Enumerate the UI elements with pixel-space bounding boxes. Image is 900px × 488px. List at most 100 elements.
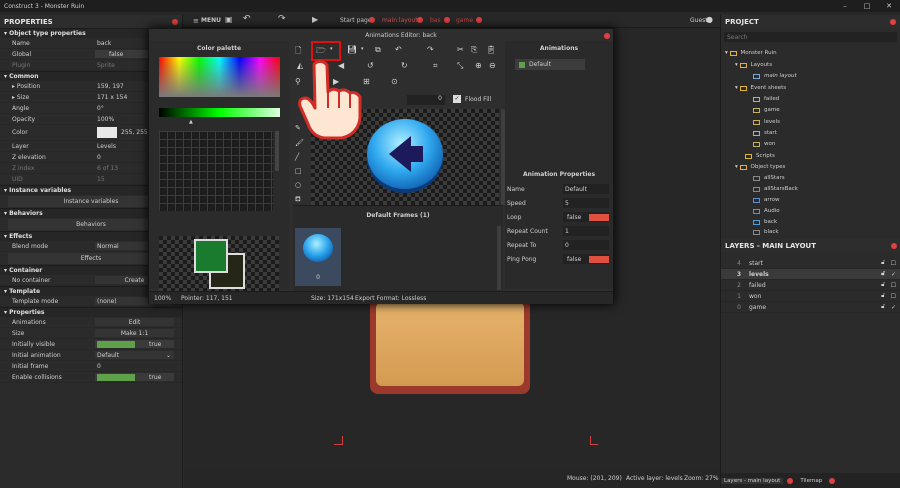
- redo-icon[interactable]: ↷: [427, 45, 434, 54]
- tree-scripts-folder[interactable]: Scripts: [745, 151, 775, 161]
- menu-button[interactable]: MENU: [201, 17, 221, 24]
- redo-icon[interactable]: ↷: [278, 14, 286, 24]
- layer-row[interactable]: 0 game 🔓︎ ✓: [721, 302, 900, 313]
- layer-row[interactable]: 1 won 🔓︎ ☐: [721, 291, 900, 302]
- project-search-input[interactable]: Search: [724, 32, 897, 42]
- lock-icon[interactable]: 🔓︎: [881, 281, 885, 289]
- lock-icon[interactable]: 🔓︎: [881, 303, 885, 311]
- close-panel-icon[interactable]: [172, 18, 178, 25]
- line-tool-icon[interactable]: ╱: [295, 153, 299, 161]
- minimize-icon[interactable]: –: [834, 2, 856, 10]
- visibility-checkbox[interactable]: ☐: [891, 293, 896, 300]
- tree-object[interactable]: black: [753, 228, 779, 236]
- back-sprite-card[interactable]: [370, 298, 530, 394]
- tab-close-icon[interactable]: [444, 17, 450, 23]
- preview-icon[interactable]: ⊙: [391, 77, 398, 86]
- layer-row[interactable]: 4 start 🔓︎ ☐: [721, 258, 900, 269]
- tree-event-sheets-folder[interactable]: ▾ Event sheets: [735, 83, 786, 93]
- tree-root[interactable]: ▾ Monster Ruin: [725, 48, 777, 58]
- save-icon[interactable]: ▣: [225, 15, 233, 24]
- open-folder-icon[interactable]: 🗁︎: [316, 45, 326, 59]
- animation-item[interactable]: Default: [515, 59, 585, 70]
- hamburger-icon[interactable]: ≡: [193, 17, 199, 25]
- close-window-icon[interactable]: ✕: [878, 2, 900, 10]
- visibility-checkbox[interactable]: ☐: [891, 260, 896, 267]
- color-swatch[interactable]: [97, 127, 117, 138]
- tree-event-sheet[interactable]: failed: [753, 94, 779, 104]
- resize-icon[interactable]: ⤡: [457, 61, 463, 71]
- initial-animation-select[interactable]: Default ⌄: [95, 351, 174, 359]
- tree-object[interactable]: allStarsBack: [753, 184, 798, 194]
- undo-icon[interactable]: ↶: [395, 45, 402, 54]
- lock-icon[interactable]: 🔓︎: [881, 270, 885, 278]
- ap-speed-field[interactable]: 5: [563, 198, 609, 208]
- palette-swatches[interactable]: [159, 131, 273, 211]
- layer-row[interactable]: 3 levels 🔓︎ ✓: [721, 269, 900, 280]
- close-panel-icon[interactable]: [891, 242, 897, 249]
- cut-icon[interactable]: ✂: [457, 45, 464, 54]
- lock-icon[interactable]: 🔓︎: [881, 259, 885, 267]
- flood-fill-checkbox[interactable]: ✓: [453, 95, 461, 103]
- zoom-out-icon[interactable]: ⊖: [489, 61, 496, 70]
- lock-icon[interactable]: 🔓︎: [881, 292, 885, 300]
- layer-row[interactable]: 2 failed 🔓︎ ☐: [721, 280, 900, 291]
- initially-visible-toggle[interactable]: true: [95, 340, 174, 348]
- tree-event-sheet[interactable]: levels: [753, 117, 780, 127]
- slider-handle-icon[interactable]: ▲: [189, 119, 193, 125]
- tab-close-icon[interactable]: [787, 477, 794, 484]
- frames-scrollbar[interactable]: [497, 226, 501, 290]
- maximize-icon[interactable]: □: [856, 2, 878, 10]
- copy-icon[interactable]: ⎘: [471, 45, 477, 55]
- tree-layouts-folder[interactable]: ▾ Layouts: [735, 60, 772, 70]
- section-properties[interactable]: ▾ Properties: [0, 307, 182, 317]
- tab-main-layout[interactable]: main layout: [382, 17, 418, 24]
- close-dialog-icon[interactable]: [604, 33, 610, 39]
- make-1-1-button[interactable]: Make 1:1: [95, 329, 174, 337]
- preview-play-icon[interactable]: ▶: [312, 15, 318, 24]
- tab-layers[interactable]: Layers - main layout: [721, 477, 784, 484]
- tab-close-icon[interactable]: [417, 17, 423, 23]
- frame-thumbnail[interactable]: 0: [295, 228, 341, 286]
- paste-icon[interactable]: 📋︎: [486, 45, 496, 54]
- rectangle-tool-icon[interactable]: □: [295, 167, 302, 175]
- copy-file-icon[interactable]: ⧉: [375, 45, 381, 55]
- guest-label[interactable]: Guest: [690, 17, 708, 24]
- edit-animations-button[interactable]: Edit: [95, 318, 174, 326]
- tab-close-icon[interactable]: [829, 477, 836, 484]
- tree-main-layout[interactable]: main layout: [753, 71, 797, 81]
- tree-event-sheet[interactable]: start: [753, 128, 777, 138]
- rotate-cw-icon[interactable]: ↻: [401, 61, 408, 70]
- tree-event-sheet[interactable]: won: [753, 139, 775, 149]
- ap-repeat-count-field[interactable]: 1: [563, 226, 609, 236]
- tab-close-icon[interactable]: [369, 17, 375, 23]
- save-icon[interactable]: 💾︎: [347, 45, 357, 54]
- tab-game[interactable]: game: [456, 17, 473, 24]
- undo-icon[interactable]: ↶: [243, 14, 251, 24]
- initial-frame-field[interactable]: 0: [95, 362, 174, 370]
- tree-object-types-folder[interactable]: ▾ Object types: [735, 162, 785, 172]
- lightness-slider[interactable]: [159, 108, 280, 117]
- new-file-icon[interactable]: 🗋︎: [295, 45, 301, 59]
- primary-color-swatch[interactable]: [194, 239, 228, 273]
- user-icon[interactable]: ●: [706, 15, 713, 24]
- chevron-down-icon[interactable]: ▾: [361, 46, 364, 52]
- ellipse-tool-icon[interactable]: ○: [295, 181, 301, 189]
- visibility-checkbox[interactable]: ✓: [891, 271, 896, 278]
- tab-close-icon[interactable]: [476, 17, 482, 23]
- ap-ping-pong-toggle[interactable]: false: [563, 254, 609, 264]
- chevron-down-icon[interactable]: ▾: [330, 46, 333, 52]
- tree-event-sheet[interactable]: game: [753, 105, 780, 115]
- fill-bucket-icon[interactable]: ⛾: [295, 195, 301, 204]
- rotate-ccw-icon[interactable]: ↺: [367, 61, 374, 70]
- tool-size-field[interactable]: 0: [407, 95, 445, 105]
- tab-tilemap[interactable]: Tilemap: [797, 478, 825, 484]
- tab-start-page[interactable]: Start page: [340, 17, 372, 24]
- visibility-checkbox[interactable]: ☐: [891, 282, 896, 289]
- visibility-checkbox[interactable]: ✓: [891, 304, 896, 311]
- tree-object[interactable]: arrow: [753, 195, 780, 205]
- enable-collisions-toggle[interactable]: true: [95, 373, 174, 381]
- hue-picker[interactable]: [159, 57, 280, 97]
- tree-object[interactable]: allStars: [753, 173, 785, 183]
- dialog-titlebar[interactable]: Animations Editor: back: [149, 29, 613, 41]
- crop-icon[interactable]: ⌗: [433, 61, 438, 71]
